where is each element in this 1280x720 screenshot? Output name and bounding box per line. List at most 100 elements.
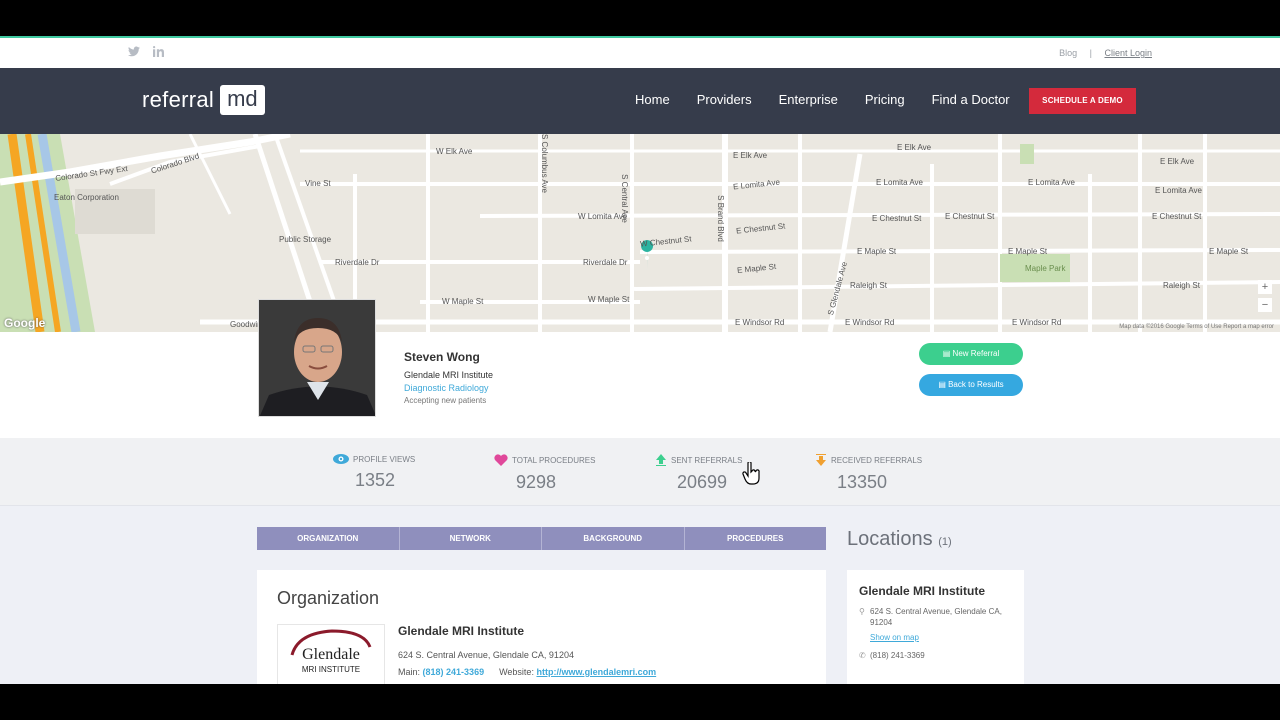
back-to-results-label: Back to Results [948,380,1004,389]
page: Blog | Client Login referral md Home Pro… [0,36,1280,684]
tab-organization[interactable]: ORGANIZATION [257,527,400,550]
map-label: E Windsor Rd [735,318,785,327]
map-label: E Maple St [1209,247,1249,256]
organization-heading: Organization [277,588,380,608]
map-label: Riverdale Dr [583,258,628,267]
map-streets [0,134,1280,332]
map-label: E Elk Ave [897,143,932,152]
logo-box: md [220,85,265,115]
phone-icon: ✆ [859,651,866,660]
organization-address: 624 S. Central Avenue, Glendale CA, 9120… [398,650,574,660]
stat-value: 1352 [355,470,396,490]
doctor-photo [258,299,376,417]
back-to-results-button[interactable]: ▤ Back to Results [919,374,1023,396]
location-name: Glendale MRI Institute [859,584,986,598]
nav-home[interactable]: Home [635,92,670,107]
stat-value: 20699 [677,472,728,492]
stat-profile-views: PROFILE VIEWS 1352 [333,454,415,491]
map-label: E Elk Ave [1160,157,1195,166]
tab-background[interactable]: BACKGROUND [542,527,685,550]
map-label: E Windsor Rd [1012,318,1062,327]
locations-heading: Locations (1) [847,528,952,551]
organization-logo: Glendale MRI INSTITUTE [277,624,385,684]
stat-total-procedures: TOTAL PROCEDURES 9298 [494,454,595,493]
map-label: Public Storage [279,235,332,244]
map-label: W Maple St [442,297,484,306]
map-label: W Maple St [588,295,630,304]
zoom-in-button[interactable]: + [1258,280,1272,294]
locations-count: (1) [938,536,952,548]
map-label: E Chestnut St [1152,212,1202,221]
main-phone-link[interactable]: (818) 241-3369 [423,667,485,677]
doctor-specialty-link[interactable]: Diagnostic Radiology [404,383,489,393]
stats-bar: PROFILE VIEWS 1352 TOTAL PROCEDURES 9298… [0,438,1280,506]
nav-links: Home Providers Enterprise Pricing Find a… [635,92,1037,107]
google-logo: Google [4,316,46,330]
organization-contact: Main: (818) 241-3369 Website: http://www… [398,667,656,677]
map-label: S Brand Blvd [715,195,725,242]
stat-label: RECEIVED REFERRALS [831,455,923,465]
doctor-name: Steven Wong [404,350,480,364]
arrow-down-icon [816,454,826,466]
new-referral-button[interactable]: ▤ New Referral [919,343,1023,365]
stat-value: 9298 [516,472,557,492]
organization-name: Glendale MRI Institute [398,624,525,638]
website-label: Website: [499,667,534,677]
map-label: Raleigh St [1163,281,1200,290]
linkedin-icon[interactable] [153,46,164,60]
profile-tabs: ORGANIZATION NETWORK BACKGROUND PROCEDUR… [257,527,826,550]
document-icon: ▤ [938,380,949,389]
nav-providers[interactable]: Providers [697,92,752,107]
show-on-map-link[interactable]: Show on map [870,633,919,642]
nav-find-a-doctor[interactable]: Find a Doctor [932,92,1010,107]
top-links: Blog | Client Login [1059,48,1152,58]
document-icon: ▤ [942,349,953,358]
tab-network[interactable]: NETWORK [399,527,542,550]
map-label: Raleigh St [850,281,887,290]
stat-label: TOTAL PROCEDURES [512,455,596,465]
separator: | [1089,48,1092,58]
nav-pricing[interactable]: Pricing [865,92,905,107]
stat-label: SENT REFERRALS [671,455,743,465]
map-label: E Lomita Ave [1155,186,1202,195]
new-referral-label: New Referral [952,349,1000,358]
map-label: E Maple St [1008,247,1048,256]
doctor-organization: Glendale MRI Institute [404,370,494,380]
stat-sent-referrals: SENT REFERRALS 20699 [655,454,742,493]
main-navbar: referral md Home Providers Enterprise Pr… [0,68,1280,134]
map-credit[interactable]: Map data ©2016 Google Terms of Use Repor… [1119,324,1274,330]
heart-icon [494,454,508,466]
referralmd-logo[interactable]: referral md [142,85,265,115]
blog-link[interactable]: Blog [1059,48,1077,58]
stat-label: PROFILE VIEWS [353,454,416,464]
profile-header: Steven Wong Glendale MRI Institute Diagn… [0,299,1280,438]
tab-procedures[interactable]: PROCEDURES [684,527,826,550]
screen: Blog | Client Login referral md Home Pro… [0,0,1280,720]
location-card: Glendale MRI Institute ⚲ 624 S. Central … [847,570,1024,684]
map-label: E Chestnut St [872,214,922,223]
map-label: Riverdale Dr [335,258,380,267]
map-label: E Windsor Rd [845,318,895,327]
map-label: Eaton Corporation [54,193,119,202]
logo-word: referral [142,87,215,112]
client-login-link[interactable]: Client Login [1104,48,1152,58]
stat-received-referrals: RECEIVED REFERRALS 13350 [815,454,922,493]
main-label: Main: [398,667,421,677]
zoom-out-button[interactable]: − [1258,298,1272,312]
stat-value: 13350 [837,472,888,492]
top-bar: Blog | Client Login [0,38,1280,68]
schedule-demo-button[interactable]: SCHEDULE A DEMO [1029,88,1136,114]
website-link[interactable]: http://www.glendalemri.com [536,667,656,677]
map-label: Maple Park [1025,264,1066,273]
arrow-up-icon [656,454,666,466]
map[interactable]: Colorado St Fwy Ext Colorado Blvd Eaton … [0,134,1280,332]
map-label: E Maple St [857,247,897,256]
hand-cursor-icon [742,460,762,491]
twitter-icon[interactable] [128,46,140,60]
locations-title: Locations [847,528,933,550]
map-pin-icon: ⚲ [859,607,865,616]
map-label: S Columbus Ave [540,134,549,193]
location-phone: (818) 241-3369 [870,651,925,660]
nav-enterprise[interactable]: Enterprise [779,92,838,107]
map-label: S Central Ave [619,174,629,223]
